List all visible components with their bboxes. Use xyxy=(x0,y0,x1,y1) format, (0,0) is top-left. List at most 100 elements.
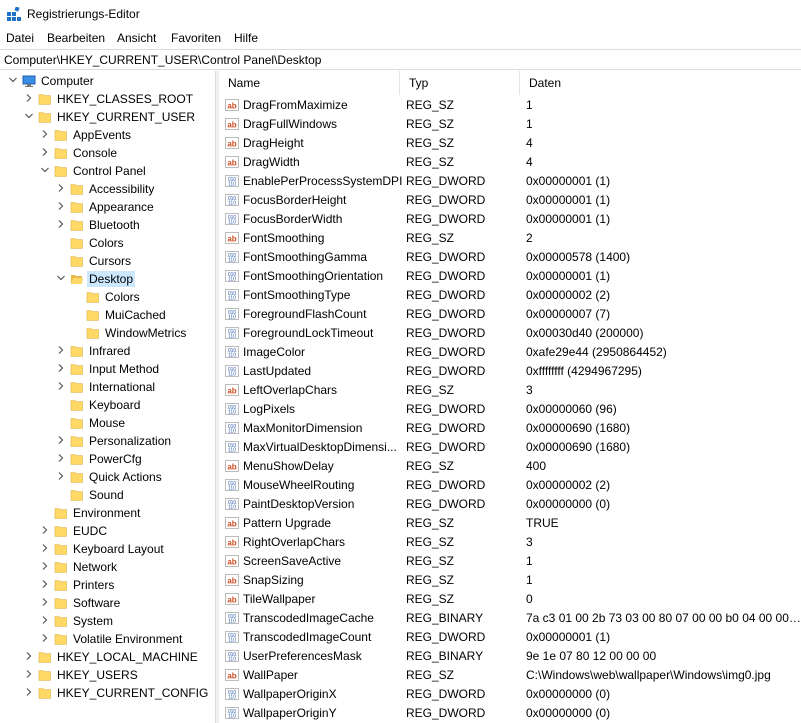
tree-node-label[interactable]: HKEY_USERS xyxy=(55,667,140,683)
tree-node-label[interactable]: Volatile Environment xyxy=(71,631,184,647)
tree-node-label[interactable]: PowerCfg xyxy=(87,451,144,467)
tree-node-label[interactable]: EUDC xyxy=(71,523,109,539)
tree-node-label[interactable]: Colors xyxy=(87,235,126,251)
tree-node-label[interactable]: HKEY_CLASSES_ROOT xyxy=(55,91,195,107)
chevron-right-icon[interactable] xyxy=(40,525,50,535)
value-row-leftoverlapchars[interactable]: ab LeftOverlapChars REG_SZ 3 xyxy=(219,381,801,400)
chevron-down-icon[interactable] xyxy=(40,165,50,175)
tree-node-personalization[interactable]: Personalization xyxy=(0,432,215,450)
tree-node-label[interactable]: Input Method xyxy=(87,361,161,377)
tree-node-eudc[interactable]: EUDC xyxy=(0,522,215,540)
value-row-fontsmoothingorientation[interactable]: 010 110 FontSmoothingOrientation REG_DWORD 0… xyxy=(219,267,801,286)
tree-node-powercfg[interactable]: PowerCfg xyxy=(0,450,215,468)
value-row-fontsmoothingtype[interactable]: 010 110 FontSmoothingType REG_DWORD 0x000000… xyxy=(219,286,801,305)
value-row-maxmonitordimension[interactable]: 010 110 MaxMonitorDimension REG_DWORD 0x0000… xyxy=(219,419,801,438)
tree-node-label[interactable]: Environment xyxy=(71,505,142,521)
chevron-right-icon[interactable] xyxy=(24,669,34,679)
column-header-name[interactable]: Name xyxy=(219,71,400,95)
chevron-down-icon[interactable] xyxy=(24,111,34,121)
tree-node-label[interactable]: HKEY_CURRENT_CONFIG xyxy=(55,685,210,701)
tree-node-hkey-local-machine[interactable]: HKEY_LOCAL_MACHINE xyxy=(0,648,215,666)
tree-node-windowmetrics[interactable]: WindowMetrics xyxy=(0,324,215,342)
value-row-foregroundflashcount[interactable]: 010 110 ForegroundFlashCount REG_DWORD 0x000… xyxy=(219,305,801,324)
value-row-imagecolor[interactable]: 010 110 ImageColor REG_DWORD 0xafe29e44 (295… xyxy=(219,343,801,362)
value-row-wallpaperoriginx[interactable]: 010 110 WallpaperOriginX REG_DWORD 0x0000000… xyxy=(219,685,801,704)
address-bar[interactable]: Computer\HKEY_CURRENT_USER\Control Panel… xyxy=(0,49,801,70)
value-row-fontsmoothinggamma[interactable]: 010 110 FontSmoothingGamma REG_DWORD 0x00000… xyxy=(219,248,801,267)
key-tree[interactable]: Computer HKEY_CLASSES_ROOT HKEY_CURRENT_US… xyxy=(0,71,215,723)
tree-node-bluetooth[interactable]: Bluetooth xyxy=(0,216,215,234)
tree-node-label[interactable]: Computer xyxy=(39,73,96,89)
chevron-right-icon[interactable] xyxy=(40,147,50,157)
menu-datei[interactable]: Datei xyxy=(6,31,34,45)
tree-node-hkey-classes-root[interactable]: HKEY_CLASSES_ROOT xyxy=(0,90,215,108)
chevron-right-icon[interactable] xyxy=(40,561,50,571)
tree-node-label[interactable]: Software xyxy=(71,595,122,611)
tree-node-console[interactable]: Console xyxy=(0,144,215,162)
value-row-logpixels[interactable]: 010 110 LogPixels REG_DWORD 0x00000060 (96) xyxy=(219,400,801,419)
value-row-foregroundlocktimeout[interactable]: 010 110 ForegroundLockTimeout REG_DWORD 0x00… xyxy=(219,324,801,343)
chevron-right-icon[interactable] xyxy=(24,651,34,661)
chevron-right-icon[interactable] xyxy=(24,687,34,697)
tree-node-label[interactable]: International xyxy=(87,379,157,395)
tree-node-desktop[interactable]: Desktop xyxy=(0,270,215,288)
chevron-right-icon[interactable] xyxy=(56,435,66,445)
tree-node-control-panel[interactable]: Control Panel xyxy=(0,162,215,180)
tree-node-hkey-users[interactable]: HKEY_USERS xyxy=(0,666,215,684)
tree-node-colors[interactable]: Colors xyxy=(0,234,215,252)
tree-node-hkey-current-config[interactable]: HKEY_CURRENT_CONFIG xyxy=(0,684,215,702)
tree-node-label[interactable]: Cursors xyxy=(87,253,133,269)
value-row-dragwidth[interactable]: ab DragWidth REG_SZ 4 xyxy=(219,153,801,172)
tree-node-input-method[interactable]: Input Method xyxy=(0,360,215,378)
tree-node-label[interactable]: Appearance xyxy=(87,199,156,215)
tree-node-label[interactable]: Keyboard Layout xyxy=(71,541,166,557)
tree-node-muicached[interactable]: MuiCached xyxy=(0,306,215,324)
tree-node-label[interactable]: HKEY_LOCAL_MACHINE xyxy=(55,649,200,665)
value-row-maxvirtualdesktopdimensi[interactable]: 010 110 MaxVirtualDesktopDimensi... REG_DWO… xyxy=(219,438,801,457)
tree-node-label[interactable]: Quick Actions xyxy=(87,469,164,485)
chevron-right-icon[interactable] xyxy=(40,543,50,553)
value-row-wallpaperoriginy[interactable]: 010 110 WallpaperOriginY REG_DWORD 0x0000000… xyxy=(219,704,801,723)
value-row-mousewheelrouting[interactable]: 010 110 MouseWheelRouting REG_DWORD 0x000000… xyxy=(219,476,801,495)
tree-node-mouse[interactable]: Mouse xyxy=(0,414,215,432)
value-row-fontsmoothing[interactable]: ab FontSmoothing REG_SZ 2 xyxy=(219,229,801,248)
tree-node-environment[interactable]: Environment xyxy=(0,504,215,522)
chevron-right-icon[interactable] xyxy=(40,615,50,625)
tree-node-label[interactable]: Network xyxy=(71,559,119,575)
address-path[interactable]: Computer\HKEY_CURRENT_USER\Control Panel… xyxy=(4,53,321,67)
value-row-paintdesktopversion[interactable]: 010 110 PaintDesktopVersion REG_DWORD 0x0000… xyxy=(219,495,801,514)
tree-node-keyboard-layout[interactable]: Keyboard Layout xyxy=(0,540,215,558)
menu-favoriten[interactable]: Favoriten xyxy=(171,31,221,45)
chevron-right-icon[interactable] xyxy=(56,381,66,391)
value-list[interactable]: Name Typ Daten ab DragFromMaximize REG_SZ 1… xyxy=(219,71,801,723)
value-row-dragfrommaximize[interactable]: ab DragFromMaximize REG_SZ 1 xyxy=(219,96,801,115)
value-row-wallpaper[interactable]: ab WallPaper REG_SZ C:\Windows\web\wallpape… xyxy=(219,666,801,685)
tree-node-label[interactable]: System xyxy=(71,613,115,629)
tree-node-network[interactable]: Network xyxy=(0,558,215,576)
tree-node-accessibility[interactable]: Accessibility xyxy=(0,180,215,198)
tree-node-label[interactable]: Colors xyxy=(103,289,142,305)
chevron-right-icon[interactable] xyxy=(40,597,50,607)
tree-node-label[interactable]: Console xyxy=(71,145,119,161)
tree-node-label[interactable]: Accessibility xyxy=(87,181,156,197)
value-row-lastupdated[interactable]: 010 110 LastUpdated REG_DWORD 0xffffffff (42… xyxy=(219,362,801,381)
chevron-right-icon[interactable] xyxy=(40,579,50,589)
tree-node-printers[interactable]: Printers xyxy=(0,576,215,594)
tree-node-appevents[interactable]: AppEvents xyxy=(0,126,215,144)
menu-ansicht[interactable]: Ansicht xyxy=(117,31,156,45)
tree-node-appearance[interactable]: Appearance xyxy=(0,198,215,216)
tree-node-label[interactable]: Personalization xyxy=(87,433,173,449)
tree-node-label[interactable]: Control Panel xyxy=(71,163,148,179)
column-header-type[interactable]: Typ xyxy=(400,71,520,95)
tree-node-sound[interactable]: Sound xyxy=(0,486,215,504)
tree-node-label[interactable]: Sound xyxy=(87,487,126,503)
tree-node-label[interactable]: Printers xyxy=(71,577,116,593)
value-row-transcodedimagecount[interactable]: 010 110 TranscodedImageCount REG_DWORD 0x000… xyxy=(219,628,801,647)
value-row-screensaveactive[interactable]: ab ScreenSaveActive REG_SZ 1 xyxy=(219,552,801,571)
value-row-dragheight[interactable]: ab DragHeight REG_SZ 4 xyxy=(219,134,801,153)
tree-node-computer[interactable]: Computer xyxy=(0,72,215,90)
tree-node-label[interactable]: WindowMetrics xyxy=(103,325,188,341)
value-row-focusborderheight[interactable]: 010 110 FocusBorderHeight REG_DWORD 0x000000… xyxy=(219,191,801,210)
tree-node-label[interactable]: Infrared xyxy=(87,343,132,359)
tree-node-volatile-environment[interactable]: Volatile Environment xyxy=(0,630,215,648)
